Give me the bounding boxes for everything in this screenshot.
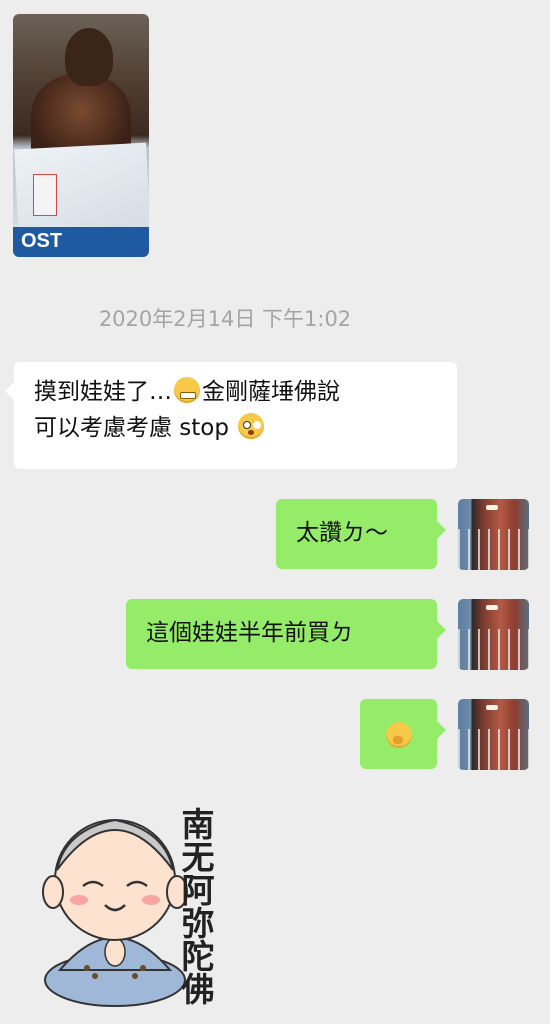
outgoing-message-bubble[interactable]: 這個娃娃半年前買ㄉ: [126, 599, 446, 669]
face-with-hand-over-mouth-icon: [386, 722, 412, 748]
avatar-image-detail: [486, 705, 498, 710]
avatar-image-detail: [486, 605, 498, 610]
outgoing-emoji-bubble[interactable]: [360, 699, 446, 769]
user-avatar[interactable]: [458, 499, 529, 570]
message-line-2: 可以考慮考慮 stop: [34, 410, 437, 446]
message-text: 這個娃娃半年前買ㄉ: [146, 620, 353, 646]
sticker-caption: 南 无 阿 弥 陀 佛: [181, 805, 215, 1009]
message-text: 摸到娃娃了…: [34, 379, 172, 405]
outgoing-message-bubble[interactable]: 太讚ㄉ～: [276, 499, 446, 569]
message-text: 可以考慮考慮 stop: [34, 415, 229, 441]
user-avatar[interactable]: [458, 699, 529, 770]
avatar-image-detail: [458, 729, 529, 770]
message-line-1: 摸到娃娃了… 金剛薩埵佛說: [34, 374, 437, 410]
avatar-image-detail: [458, 529, 529, 570]
avatar-image-detail: [486, 505, 498, 510]
message-timestamp: 2020年2月14日 下午1:02: [98, 307, 352, 331]
flushed-face-icon: [238, 413, 265, 439]
statue-head-shape: [65, 28, 113, 86]
received-photo[interactable]: OST: [13, 14, 149, 257]
incoming-message-bubble[interactable]: 摸到娃娃了… 金剛薩埵佛說 可以考慮考慮 stop: [5, 362, 457, 469]
message-text: 太讚ㄉ～: [296, 520, 388, 546]
package-logo-text: OST: [21, 230, 63, 252]
grimacing-face-icon: [174, 377, 200, 403]
package-label: [33, 174, 57, 216]
user-avatar[interactable]: [458, 599, 529, 670]
avatar-image-detail: [458, 629, 529, 670]
message-text: 金剛薩埵佛說: [202, 379, 340, 405]
